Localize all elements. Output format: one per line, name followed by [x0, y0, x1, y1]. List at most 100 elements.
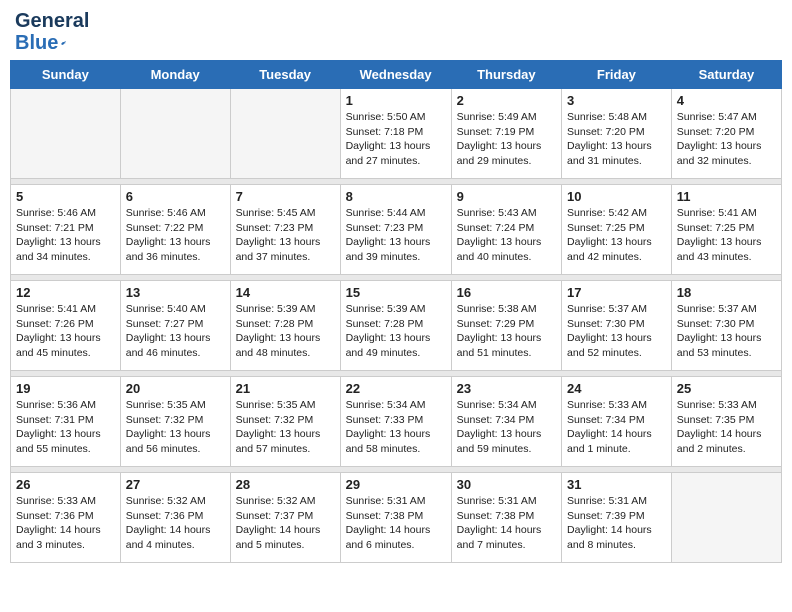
logo-blue: Blue: [15, 32, 67, 54]
day-number: 24: [567, 381, 666, 396]
cell-info: Sunrise: 5:32 AM Sunset: 7:36 PM Dayligh…: [126, 494, 225, 553]
day-number: 1: [346, 93, 446, 108]
cell-info: Sunrise: 5:44 AM Sunset: 7:23 PM Dayligh…: [346, 206, 446, 265]
calendar-cell: 31 Sunrise: 5:31 AM Sunset: 7:39 PM Dayli…: [562, 473, 672, 563]
cell-info: Sunrise: 5:39 AM Sunset: 7:28 PM Dayligh…: [346, 302, 446, 361]
cell-info: Sunrise: 5:40 AM Sunset: 7:27 PM Dayligh…: [126, 302, 225, 361]
cell-info: Sunrise: 5:35 AM Sunset: 7:32 PM Dayligh…: [236, 398, 335, 457]
day-number: 12: [16, 285, 115, 300]
cell-info: Sunrise: 5:49 AM Sunset: 7:19 PM Dayligh…: [457, 110, 556, 169]
day-number: 13: [126, 285, 225, 300]
cell-info: Sunrise: 5:38 AM Sunset: 7:29 PM Dayligh…: [457, 302, 556, 361]
day-number: 3: [567, 93, 666, 108]
page-header: General Blue: [10, 10, 782, 52]
day-number: 10: [567, 189, 666, 204]
day-number: 20: [126, 381, 225, 396]
logo: General Blue: [15, 10, 67, 52]
calendar-cell: 20 Sunrise: 5:35 AM Sunset: 7:32 PM Dayli…: [120, 377, 230, 467]
calendar-cell: [120, 89, 230, 179]
calendar-cell: 24 Sunrise: 5:33 AM Sunset: 7:34 PM Dayli…: [562, 377, 672, 467]
cell-info: Sunrise: 5:33 AM Sunset: 7:36 PM Dayligh…: [16, 494, 115, 553]
calendar-cell: 28 Sunrise: 5:32 AM Sunset: 7:37 PM Dayli…: [230, 473, 340, 563]
day-number: 26: [16, 477, 115, 492]
calendar-cell: 18 Sunrise: 5:37 AM Sunset: 7:30 PM Dayli…: [671, 281, 781, 371]
cell-info: Sunrise: 5:46 AM Sunset: 7:21 PM Dayligh…: [16, 206, 115, 265]
calendar-cell: 7Sunrise: 5:45 AM Sunset: 7:23 PM Daylig…: [230, 185, 340, 275]
day-number: 8: [346, 189, 446, 204]
cell-info: Sunrise: 5:39 AM Sunset: 7:28 PM Dayligh…: [236, 302, 335, 361]
calendar-row-2: 12 Sunrise: 5:41 AM Sunset: 7:26 PM Dayli…: [11, 281, 782, 371]
calendar-cell: [11, 89, 121, 179]
calendar-row-0: 1 Sunrise: 5:50 AM Sunset: 7:18 PM Daylig…: [11, 89, 782, 179]
calendar-cell: 21 Sunrise: 5:35 AM Sunset: 7:32 PM Dayli…: [230, 377, 340, 467]
logo-general: General: [15, 10, 67, 32]
cell-info: Sunrise: 5:32 AM Sunset: 7:37 PM Dayligh…: [236, 494, 335, 553]
cell-info: Sunrise: 5:33 AM Sunset: 7:34 PM Dayligh…: [567, 398, 666, 457]
cell-info: Sunrise: 5:35 AM Sunset: 7:32 PM Dayligh…: [126, 398, 225, 457]
day-header-saturday: Saturday: [671, 61, 781, 89]
calendar-cell: 2 Sunrise: 5:49 AM Sunset: 7:19 PM Daylig…: [451, 89, 561, 179]
cell-info: Sunrise: 5:31 AM Sunset: 7:39 PM Dayligh…: [567, 494, 666, 553]
day-number: 17: [567, 285, 666, 300]
cell-info: Sunrise: 5:34 AM Sunset: 7:34 PM Dayligh…: [457, 398, 556, 457]
cell-info: Sunrise: 5:47 AM Sunset: 7:20 PM Dayligh…: [677, 110, 776, 169]
day-number: 9: [457, 189, 556, 204]
calendar-cell: 1 Sunrise: 5:50 AM Sunset: 7:18 PM Daylig…: [340, 89, 451, 179]
day-number: 18: [677, 285, 776, 300]
day-number: 31: [567, 477, 666, 492]
day-number: 21: [236, 381, 335, 396]
day-header-wednesday: Wednesday: [340, 61, 451, 89]
cell-info: Sunrise: 5:48 AM Sunset: 7:20 PM Dayligh…: [567, 110, 666, 169]
day-number: 29: [346, 477, 446, 492]
calendar-cell: 17 Sunrise: 5:37 AM Sunset: 7:30 PM Dayli…: [562, 281, 672, 371]
cell-info: Sunrise: 5:50 AM Sunset: 7:18 PM Dayligh…: [346, 110, 446, 169]
day-number: 25: [677, 381, 776, 396]
calendar-cell: 29 Sunrise: 5:31 AM Sunset: 7:38 PM Dayli…: [340, 473, 451, 563]
calendar-cell: [671, 473, 781, 563]
calendar-row-1: 5 Sunrise: 5:46 AM Sunset: 7:21 PM Daylig…: [11, 185, 782, 275]
day-header-friday: Friday: [562, 61, 672, 89]
cell-info: Sunrise: 5:36 AM Sunset: 7:31 PM Dayligh…: [16, 398, 115, 457]
day-number: 14: [236, 285, 335, 300]
day-number: 22: [346, 381, 446, 396]
day-number: 5: [16, 189, 115, 204]
calendar-cell: 14 Sunrise: 5:39 AM Sunset: 7:28 PM Dayli…: [230, 281, 340, 371]
calendar-cell: 13 Sunrise: 5:40 AM Sunset: 7:27 PM Dayli…: [120, 281, 230, 371]
calendar-table: SundayMondayTuesdayWednesdayThursdayFrid…: [10, 60, 782, 563]
day-header-thursday: Thursday: [451, 61, 561, 89]
day-number: 2: [457, 93, 556, 108]
cell-info: Sunrise: 5:34 AM Sunset: 7:33 PM Dayligh…: [346, 398, 446, 457]
day-number: 16: [457, 285, 556, 300]
day-number: 4: [677, 93, 776, 108]
day-number: 19: [16, 381, 115, 396]
cell-info: Sunrise: 5:46 AM Sunset: 7:22 PM Dayligh…: [126, 206, 225, 265]
cell-info: Sunrise: 5:31 AM Sunset: 7:38 PM Dayligh…: [457, 494, 556, 553]
calendar-row-3: 19 Sunrise: 5:36 AM Sunset: 7:31 PM Dayli…: [11, 377, 782, 467]
cell-info: Sunrise: 5:41 AM Sunset: 7:25 PM Dayligh…: [677, 206, 776, 265]
calendar-cell: 27 Sunrise: 5:32 AM Sunset: 7:36 PM Dayli…: [120, 473, 230, 563]
calendar-cell: 22 Sunrise: 5:34 AM Sunset: 7:33 PM Dayli…: [340, 377, 451, 467]
calendar-cell: 23Sunrise: 5:34 AM Sunset: 7:34 PM Dayli…: [451, 377, 561, 467]
day-number: 11: [677, 189, 776, 204]
calendar-cell: 30 Sunrise: 5:31 AM Sunset: 7:38 PM Dayli…: [451, 473, 561, 563]
day-number: 30: [457, 477, 556, 492]
cell-info: Sunrise: 5:45 AM Sunset: 7:23 PM Dayligh…: [236, 206, 335, 265]
logo-bird-icon: [60, 32, 67, 54]
cell-info: Sunrise: 5:31 AM Sunset: 7:38 PM Dayligh…: [346, 494, 446, 553]
cell-info: Sunrise: 5:37 AM Sunset: 7:30 PM Dayligh…: [677, 302, 776, 361]
cell-info: Sunrise: 5:42 AM Sunset: 7:25 PM Dayligh…: [567, 206, 666, 265]
calendar-cell: 11 Sunrise: 5:41 AM Sunset: 7:25 PM Dayli…: [671, 185, 781, 275]
calendar-cell: 4 Sunrise: 5:47 AM Sunset: 7:20 PM Daylig…: [671, 89, 781, 179]
cell-info: Sunrise: 5:37 AM Sunset: 7:30 PM Dayligh…: [567, 302, 666, 361]
day-number: 28: [236, 477, 335, 492]
calendar-cell: 15 Sunrise: 5:39 AM Sunset: 7:28 PM Dayli…: [340, 281, 451, 371]
cell-info: Sunrise: 5:43 AM Sunset: 7:24 PM Dayligh…: [457, 206, 556, 265]
calendar-cell: 19 Sunrise: 5:36 AM Sunset: 7:31 PM Dayli…: [11, 377, 121, 467]
cell-info: Sunrise: 5:33 AM Sunset: 7:35 PM Dayligh…: [677, 398, 776, 457]
day-number: 15: [346, 285, 446, 300]
calendar-cell: 9 Sunrise: 5:43 AM Sunset: 7:24 PM Daylig…: [451, 185, 561, 275]
cell-info: Sunrise: 5:41 AM Sunset: 7:26 PM Dayligh…: [16, 302, 115, 361]
calendar-cell: 6Sunrise: 5:46 AM Sunset: 7:22 PM Daylig…: [120, 185, 230, 275]
day-number: 27: [126, 477, 225, 492]
day-header-monday: Monday: [120, 61, 230, 89]
